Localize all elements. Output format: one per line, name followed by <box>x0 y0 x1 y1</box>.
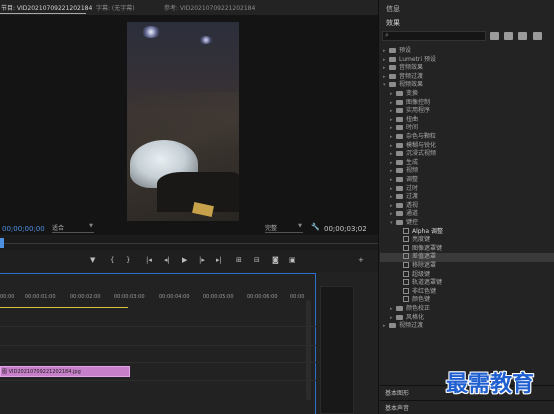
folder-icon <box>396 185 403 191</box>
duration-timecode: 00;00;03;02 <box>324 225 367 233</box>
play-icon[interactable]: ▶ <box>182 256 187 264</box>
time-tick-label: 00:00:05:00 <box>203 294 234 300</box>
folder-icon <box>396 220 403 225</box>
tree-item-label: 视频过渡 <box>399 322 424 330</box>
folder-icon <box>389 56 396 62</box>
video-frame <box>127 22 239 221</box>
folder-icon <box>389 82 396 88</box>
track-divider <box>0 380 316 381</box>
marker-icon[interactable]: ▼ <box>90 256 95 264</box>
monitor-playhead[interactable] <box>0 238 4 248</box>
track-divider <box>0 362 316 363</box>
folder-icon <box>396 177 403 182</box>
effects-folder[interactable]: ▸ 视频过渡 <box>383 320 423 329</box>
time-tick-label: 00:00:03:00 <box>114 294 145 300</box>
time-tick-label: 00:00 <box>290 294 305 300</box>
effect-icon <box>403 270 409 277</box>
folder-icon <box>396 99 403 105</box>
work-area-bar[interactable] <box>0 307 128 308</box>
folder-icon <box>396 134 403 139</box>
basic-sound-panel-title[interactable]: 基本声音 <box>385 403 409 412</box>
info-panel-title[interactable]: 信息 <box>386 4 400 14</box>
folder-icon <box>396 314 403 320</box>
step-back-icon[interactable]: ◂| <box>164 256 170 264</box>
chevron-down-icon: ▼ <box>298 223 302 229</box>
folder-icon <box>396 194 403 200</box>
effect-icon <box>403 253 409 260</box>
folder-icon <box>396 306 403 311</box>
step-forward-icon[interactable]: |▸ <box>199 256 205 264</box>
folder-icon <box>396 125 403 131</box>
watermark-logo: 最需教育 <box>446 372 535 397</box>
folder-icon <box>389 48 396 53</box>
in-point-icon[interactable]: { <box>110 256 114 264</box>
audio-meter <box>320 286 354 414</box>
tab-reference[interactable]: 参考: VID20210709221202184 <box>164 3 255 12</box>
track-divider <box>0 345 316 346</box>
go-to-out-icon[interactable]: ▸| <box>216 256 222 264</box>
folder-icon <box>396 142 403 148</box>
yuv-effects-icon[interactable] <box>518 32 527 40</box>
overwrite-icon[interactable]: ⊟ <box>254 256 260 264</box>
wrench-icon[interactable]: 🔧 <box>311 223 320 231</box>
playback-resolution-value: 完整 <box>265 225 278 232</box>
export-frame-icon[interactable]: ◙ <box>272 256 279 264</box>
effect-icon <box>403 244 409 251</box>
time-tick-label: 00:00 <box>0 294 15 300</box>
folder-icon <box>389 73 396 79</box>
clip-label: 图 VID20210709221202184.jpg <box>2 369 81 375</box>
tab-program[interactable]: 节目: VID20210709221202184 <box>1 3 92 12</box>
transport-controls <box>0 250 378 272</box>
folder-icon <box>396 168 403 174</box>
folder-icon <box>396 91 403 96</box>
effect-icon <box>403 227 409 234</box>
button-editor-icon[interactable]: ▣ <box>289 256 296 264</box>
divider <box>380 400 554 401</box>
effect-icon <box>403 262 409 268</box>
active-tab-indicator <box>0 13 86 14</box>
time-tick-label: 00:00:02:00 <box>70 294 101 300</box>
zoom-fit-value: 适合 <box>52 225 65 232</box>
street-light <box>199 36 213 44</box>
effects-panel-title[interactable]: 效果 <box>386 18 400 28</box>
out-point-icon[interactable]: } <box>126 256 130 264</box>
effect-icon <box>403 287 409 294</box>
folder-icon <box>396 211 403 217</box>
new-bin-icon[interactable] <box>533 32 542 40</box>
32bit-effects-icon[interactable] <box>504 32 513 40</box>
time-tick-label: 00:00:06:00 <box>247 294 278 300</box>
zoom-fit-select[interactable]: 适合 ▼ <box>52 223 94 233</box>
effect-icon <box>403 236 409 243</box>
folder-icon <box>396 116 403 122</box>
accelerated-effects-icon[interactable] <box>490 32 499 40</box>
add-icon[interactable]: + <box>358 256 364 264</box>
tab-captions[interactable]: 字幕: (无字幕) <box>96 3 135 12</box>
folder-icon <box>396 108 403 114</box>
timeline-scrollbar[interactable] <box>306 300 311 400</box>
folder-icon <box>389 323 396 329</box>
monitor-ruler-line <box>0 243 378 244</box>
folder-icon <box>396 202 403 208</box>
street-light <box>141 26 161 38</box>
playback-resolution-select[interactable]: 完整 ▼ <box>265 223 303 233</box>
go-to-in-icon[interactable]: |◂ <box>146 256 152 264</box>
effects-search-input[interactable] <box>382 31 486 41</box>
folder-icon <box>396 151 403 157</box>
effect-icon <box>403 296 409 303</box>
effect-icon <box>403 279 409 286</box>
folder-icon <box>396 159 403 165</box>
track-divider <box>0 326 316 327</box>
current-timecode[interactable]: 00;00;00;00 <box>2 225 45 233</box>
time-tick-label: 00:00:01:00 <box>25 294 56 300</box>
time-tick-label: 00:00:04:00 <box>159 294 190 300</box>
search-icon: ⌕ <box>385 31 389 39</box>
folder-icon <box>389 65 396 71</box>
basic-graphics-panel-title[interactable]: 基本图形 <box>385 388 409 397</box>
insert-icon[interactable]: ⊞ <box>236 256 242 264</box>
chevron-down-icon: ▼ <box>89 223 93 229</box>
